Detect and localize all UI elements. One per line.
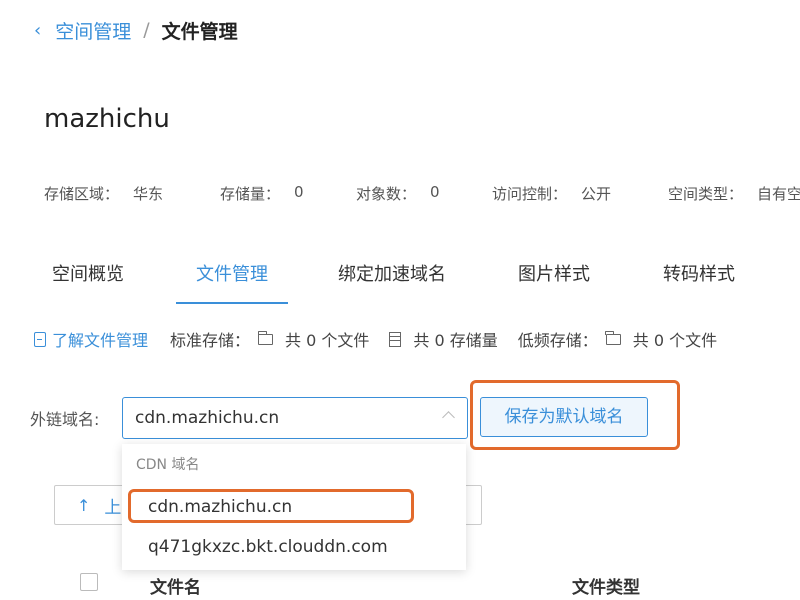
meta-label: 对象数： (356, 185, 417, 203)
standard-storage-size: 共 0 存储量 (413, 331, 498, 350)
meta-value: 自有空 (757, 185, 800, 203)
folder-icon (257, 330, 274, 345)
document-icon (34, 331, 46, 347)
learn-file-management-link[interactable]: 了解文件管理 (34, 327, 148, 351)
breadcrumb: ‹ 空间管理 / 文件管理 (34, 16, 238, 44)
domain-label: 外链域名: (30, 410, 100, 429)
storage-icon (389, 331, 402, 347)
meta-value: 0 (430, 183, 440, 201)
meta-label: 存储量： (220, 185, 281, 203)
column-header-filename[interactable]: 文件名 (150, 573, 201, 598)
tab-image-styles[interactable]: 图片样式 (512, 250, 596, 304)
select-all-checkbox[interactable] (80, 573, 98, 591)
upload-label: 上 (104, 497, 122, 518)
tab-bar: 空间概览 文件管理 绑定加速域名 图片样式 转码样式 (30, 250, 800, 304)
breadcrumb-separator: / (143, 19, 150, 41)
meta-object-count: 对象数： 0 (356, 183, 492, 204)
storage-info-row: 了解文件管理 标准存储： 共 0 个文件 共 0 存储量 低频存储： 共 0 个… (34, 326, 717, 352)
low-freq-file-count: 共 0 个文件 (632, 331, 718, 350)
meta-space-type: 空间类型： 自有空 (668, 183, 800, 204)
meta-storage-region: 存储区域： 华东 (44, 183, 220, 204)
meta-value: 公开 (581, 185, 612, 203)
file-table-header: 文件名 文件类型 (80, 570, 800, 600)
meta-access-control: 访问控制： 公开 (492, 183, 668, 204)
breadcrumb-parent-link[interactable]: 空间管理 (55, 17, 131, 44)
dropdown-option[interactable]: q471gkxzc.bkt.clouddn.com (148, 537, 388, 557)
learn-link-label: 了解文件管理 (52, 331, 149, 350)
meta-label: 空间类型： (668, 185, 744, 203)
breadcrumb-current: 文件管理 (161, 20, 238, 43)
meta-label: 存储区域： (44, 185, 120, 203)
meta-value: 华东 (133, 185, 164, 203)
tab-bind-domain[interactable]: 绑定加速域名 (330, 250, 454, 304)
tab-file-management[interactable]: 文件管理 (176, 250, 288, 304)
standard-file-count: 共 0 个文件 (285, 331, 370, 350)
meta-label: 访问控制： (492, 185, 568, 203)
column-header-filetype[interactable]: 文件类型 (572, 573, 640, 598)
low-freq-storage-label: 低频存储： (517, 331, 598, 350)
bucket-name-title: mazhichu (44, 104, 170, 134)
domain-row: 外链域名: cdn.mazhichu.cn (30, 396, 468, 440)
bucket-meta-row: 存储区域： 华东 存储量： 0 对象数： 0 访问控制： 公开 空间类型： 自有空 (44, 183, 800, 204)
highlight-save-button (470, 380, 680, 450)
meta-storage-amount: 存储量： 0 (220, 183, 356, 204)
tab-transcode-styles[interactable]: 转码样式 (654, 250, 744, 304)
back-chevron-icon[interactable]: ‹ (34, 20, 41, 41)
domain-select[interactable]: cdn.mazhichu.cn (122, 397, 468, 439)
chevron-up-icon (442, 411, 455, 424)
highlight-selected-option (128, 489, 414, 523)
meta-value: 0 (294, 183, 304, 201)
upload-arrow-icon: ↑ (77, 495, 91, 515)
folder-icon (605, 330, 621, 345)
standard-storage-label: 标准存储： (170, 331, 251, 350)
tab-space-overview[interactable]: 空间概览 (40, 250, 136, 304)
dropdown-group-label: CDN 域名 (136, 457, 200, 473)
domain-selected-value: cdn.mazhichu.cn (135, 408, 280, 428)
